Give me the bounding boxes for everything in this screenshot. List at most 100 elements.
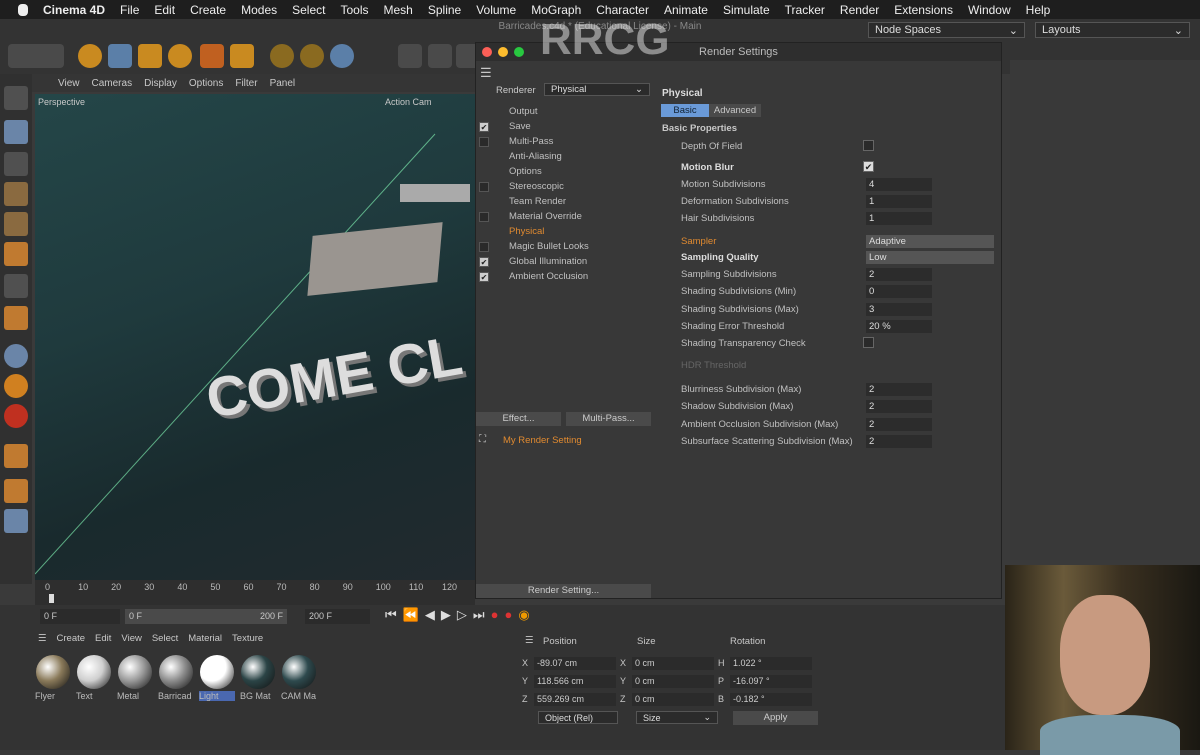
- size-mode-select[interactable]: Size ⌄: [636, 711, 718, 724]
- property-checkbox[interactable]: [863, 140, 874, 151]
- render-setting-item[interactable]: Global Illumination: [509, 256, 587, 267]
- property-number-field[interactable]: 4: [866, 178, 932, 191]
- property-number-field[interactable]: 2: [866, 268, 932, 281]
- property-number-field[interactable]: 3: [866, 303, 932, 316]
- property-number-field[interactable]: 2: [866, 418, 932, 431]
- menu-animate[interactable]: Animate: [664, 3, 708, 17]
- texture-mode-icon[interactable]: [4, 152, 28, 176]
- material-menu-view[interactable]: View: [121, 633, 141, 644]
- render-setting-button[interactable]: Render Setting...: [476, 584, 651, 598]
- enable-checkbox[interactable]: [479, 212, 489, 222]
- menu-cinema-4d[interactable]: Cinema 4D: [43, 3, 105, 17]
- material-menu-select[interactable]: Select: [152, 633, 178, 644]
- render-setting-item[interactable]: Material Override: [509, 211, 582, 222]
- magnet-icon[interactable]: [4, 444, 28, 468]
- coordinate-field[interactable]: -0.182 °: [730, 693, 812, 706]
- layouts-dropdown[interactable]: Layouts ⌄: [1035, 22, 1190, 38]
- property-number-field[interactable]: 0: [866, 285, 932, 298]
- menu-mesh[interactable]: Mesh: [384, 3, 413, 17]
- prev-key-icon[interactable]: ⏪: [403, 607, 419, 623]
- menu-spline[interactable]: Spline: [428, 3, 461, 17]
- tab-basic[interactable]: Basic: [661, 104, 709, 117]
- viewport-menu-options[interactable]: Options: [189, 78, 223, 89]
- timeline-ruler[interactable]: 0 10 20 30 40 50 60 70 80 90 100 110 120: [35, 580, 475, 605]
- render-setting-name[interactable]: My Render Setting: [503, 435, 582, 446]
- solo-hierarchy-icon[interactable]: [4, 374, 28, 398]
- render-setting-item[interactable]: Magic Bullet Looks: [509, 241, 589, 252]
- edges-mode-icon[interactable]: [4, 212, 28, 236]
- property-select[interactable]: Adaptive: [866, 235, 994, 248]
- recent-tools-icon[interactable]: [200, 44, 224, 68]
- hamburger-menu-icon[interactable]: ☰: [480, 65, 492, 81]
- scale-tool-icon[interactable]: [138, 44, 162, 68]
- enable-checkbox[interactable]: [479, 182, 489, 192]
- record-icon[interactable]: ●: [491, 607, 499, 623]
- material-menu-texture[interactable]: Texture: [232, 633, 263, 644]
- z-axis-icon[interactable]: [330, 44, 354, 68]
- move-tool-icon[interactable]: [108, 44, 132, 68]
- render-icon[interactable]: [428, 44, 452, 68]
- property-checkbox[interactable]: ✔: [863, 161, 874, 172]
- viewport[interactable]: Perspective Action Cam COME CL: [35, 94, 475, 580]
- viewport-menu-filter[interactable]: Filter: [235, 78, 257, 89]
- material-menu-edit[interactable]: Edit: [95, 633, 111, 644]
- render-setting-item[interactable]: Save: [509, 121, 531, 132]
- effect-button[interactable]: Effect...: [476, 412, 561, 426]
- menu-select[interactable]: Select: [292, 3, 325, 17]
- material-menu-create[interactable]: Create: [57, 633, 86, 644]
- coordinate-field[interactable]: 1.022 °: [730, 657, 812, 670]
- node-spaces-dropdown[interactable]: Node Spaces ⌄: [868, 22, 1025, 38]
- go-to-end-icon[interactable]: ⏭: [473, 607, 485, 623]
- minimize-button[interactable]: [498, 47, 508, 57]
- menu-tools[interactable]: Tools: [340, 3, 368, 17]
- viewport-menu-panel[interactable]: Panel: [270, 78, 296, 89]
- render-setting-item[interactable]: Options: [509, 166, 542, 177]
- render-setting-item[interactable]: Anti-Aliasing: [509, 151, 562, 162]
- close-button[interactable]: [482, 47, 492, 57]
- expand-icon[interactable]: ⛶: [479, 434, 486, 445]
- points-mode-icon[interactable]: [4, 182, 28, 206]
- next-frame-icon[interactable]: ▷: [457, 607, 467, 623]
- coordinate-field[interactable]: -16.097 °: [730, 675, 812, 688]
- rotate-tool-icon[interactable]: [168, 44, 192, 68]
- material-swatch[interactable]: BG Mat: [240, 655, 276, 703]
- material-swatch[interactable]: Metal: [117, 655, 153, 703]
- go-to-start-icon[interactable]: ⏮: [385, 607, 397, 623]
- menu-simulate[interactable]: Simulate: [723, 3, 770, 17]
- multipass-button[interactable]: Multi-Pass...: [566, 412, 651, 426]
- hamburger-menu-icon[interactable]: ☰: [525, 635, 534, 646]
- apple-menu-icon[interactable]: [18, 3, 28, 16]
- make-editable-icon[interactable]: [4, 86, 28, 110]
- start-frame-field[interactable]: 0 F: [40, 609, 120, 624]
- material-swatch[interactable]: Light: [199, 655, 235, 703]
- x-axis-icon[interactable]: [270, 44, 294, 68]
- property-number-field[interactable]: 2: [866, 383, 932, 396]
- coordinate-field[interactable]: 0 cm: [632, 675, 714, 688]
- coordinate-field[interactable]: -89.07 cm: [534, 657, 616, 670]
- menu-modes[interactable]: Modes: [241, 3, 277, 17]
- solo-icon[interactable]: [4, 344, 28, 368]
- property-number-field[interactable]: 1: [866, 212, 932, 225]
- add-tool-icon[interactable]: [230, 44, 254, 68]
- render-view-icon[interactable]: [398, 44, 422, 68]
- autokey-icon[interactable]: ●: [504, 607, 512, 623]
- enable-checkbox[interactable]: ✔: [479, 122, 489, 132]
- material-swatch[interactable]: Flyer: [35, 655, 71, 703]
- apply-button[interactable]: Apply: [733, 711, 818, 725]
- frame-range-slider[interactable]: 0 F 200 F: [125, 609, 287, 624]
- property-number-field[interactable]: 2: [866, 400, 932, 413]
- render-setting-item[interactable]: Multi-Pass: [509, 136, 553, 147]
- render-setting-item[interactable]: Team Render: [509, 196, 566, 207]
- tab-advanced[interactable]: Advanced: [709, 104, 761, 117]
- coordinate-field[interactable]: 0 cm: [632, 693, 714, 706]
- model-mode-icon[interactable]: [4, 120, 28, 144]
- snap-icon[interactable]: [4, 306, 28, 330]
- viewport-menu-cameras[interactable]: Cameras: [92, 78, 133, 89]
- menu-help[interactable]: Help: [1026, 3, 1051, 17]
- play-icon[interactable]: ▶: [441, 607, 451, 623]
- viewport-menu-display[interactable]: Display: [144, 78, 177, 89]
- render-setting-item[interactable]: Ambient Occlusion: [509, 271, 588, 282]
- menu-render[interactable]: Render: [840, 3, 879, 17]
- material-swatch[interactable]: CAM Ma: [281, 655, 317, 703]
- zoom-button[interactable]: [514, 47, 524, 57]
